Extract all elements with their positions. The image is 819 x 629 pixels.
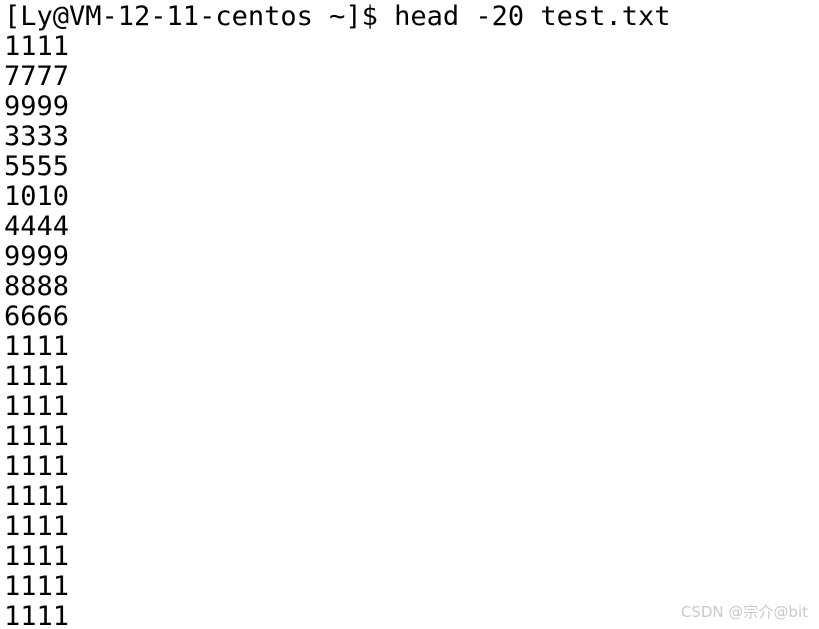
terminal-output-line: 1111 [4,31,70,62]
terminal-output-line: 9999 [4,241,70,272]
terminal-output-line: 1111 [4,361,70,392]
terminal-output-line: 7777 [4,61,70,92]
terminal-output-line: 8888 [4,271,70,302]
terminal-output-line: 1111 [4,331,70,362]
terminal-output-line: 5555 [4,151,70,182]
terminal-output-area[interactable]: [Ly@VM-12-11-centos ~]$ head -20 test.tx… [0,0,819,629]
terminal-output-line: 1111 [4,481,70,512]
terminal-output-line: 9999 [4,91,70,122]
terminal-output-line: 1111 [4,421,70,452]
terminal-output-line: 6666 [4,301,70,332]
terminal-prompt-line: [Ly@VM-12-11-centos ~]$ head -20 test.tx… [4,1,671,32]
terminal-output-line: 4444 [4,211,70,242]
terminal-output-line: 1010 [4,181,70,212]
terminal-output-line: 1111 [4,571,70,602]
terminal-output-line: 3333 [4,121,70,152]
terminal-output-line: 1111 [4,451,70,482]
terminal-output-line: 1111 [4,511,70,542]
terminal-window: [Ly@VM-12-11-centos ~]$ head -20 test.tx… [0,0,819,629]
terminal-output-line: 1111 [4,391,70,422]
terminal-output-lines: 1111 7777 9999 3333 5555 1010 4444 9999 8888 6666… [4,32,819,629]
terminal-output-line: 1111 [4,541,70,572]
csdn-watermark: CSDN @宗介@bit [680,603,808,621]
